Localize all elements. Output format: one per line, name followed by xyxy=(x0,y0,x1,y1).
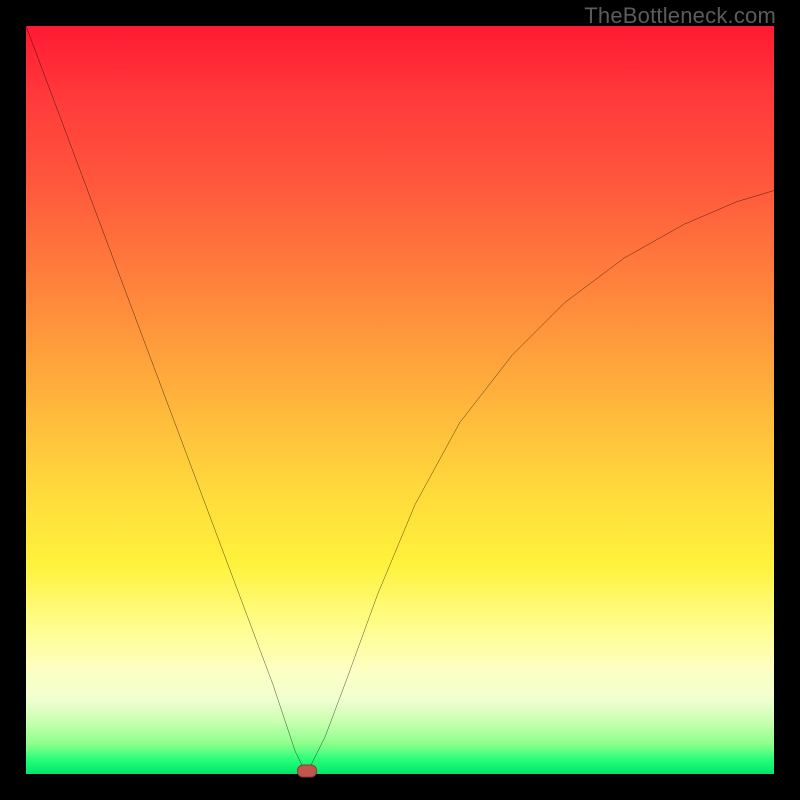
watermark-text: TheBottleneck.com xyxy=(584,3,776,29)
bottleneck-curve xyxy=(26,26,774,774)
chart-frame: TheBottleneck.com xyxy=(0,0,800,800)
curve-path xyxy=(26,26,774,774)
chart-plot-area xyxy=(26,26,774,774)
optimal-point-marker xyxy=(297,765,317,778)
